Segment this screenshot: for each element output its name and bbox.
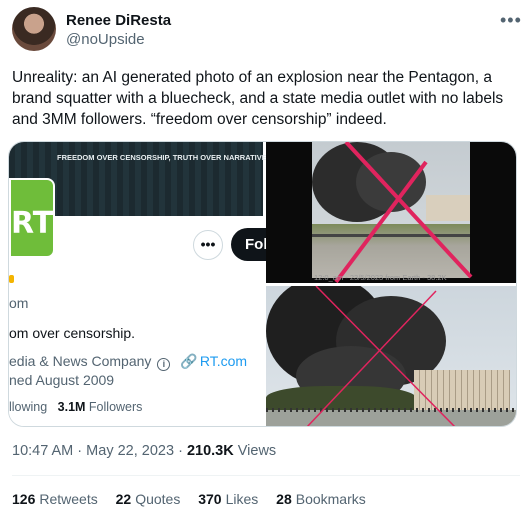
red-cross-mark xyxy=(334,142,473,283)
rt-handle-fragment: om xyxy=(9,295,29,311)
media-grid[interactable]: FREEDOM OVER CENSORSHIP, TRUTH OVER NARR… xyxy=(8,141,517,427)
author-handle[interactable]: @noUpside xyxy=(66,31,145,48)
bookmarks-label: Bookmarks xyxy=(295,491,366,507)
rt-bio-fragment: om over censorship. xyxy=(9,325,136,341)
rt-category: edia & News Company xyxy=(9,353,152,369)
quotes-count: 22 xyxy=(115,491,132,507)
separator: · xyxy=(178,443,183,459)
rt-logo: RT xyxy=(9,178,55,258)
rt-website-link: RT.com xyxy=(199,353,248,369)
tweet-timestamp: 10:47 AM · May 22, 2023 · 210.3K Views xyxy=(12,443,276,459)
rt-followers-label: Followers xyxy=(88,400,143,414)
views-count: 210.3K xyxy=(186,443,234,459)
retweets-stat[interactable]: 126 Retweets xyxy=(12,491,98,507)
likes-label: Likes xyxy=(225,491,259,507)
rt-banner-text: FREEDOM OVER CENSORSHIP, TRUTH OVER NARR… xyxy=(57,153,269,162)
likes-stat[interactable]: 370 Likes xyxy=(198,491,258,507)
info-icon: i xyxy=(157,358,171,371)
verified-badge-fragment xyxy=(9,275,14,283)
tweet-date[interactable]: May 22, 2023 xyxy=(86,443,174,459)
quotes-stat[interactable]: 22 Quotes xyxy=(116,491,181,507)
rt-more-button: ••• xyxy=(193,230,223,260)
pentagon-photo-crossed[interactable]: 12:0_am - 23/5/2023 from Earth - 38.2K xyxy=(266,142,516,283)
rt-follow-stats: llowing 3.1M Followers xyxy=(9,400,142,414)
divider xyxy=(12,475,520,476)
retweets-count: 126 xyxy=(12,491,36,507)
views-label: Views xyxy=(237,443,277,459)
tweet-time[interactable]: 10:47 AM xyxy=(12,443,73,459)
bookmarks-stat[interactable]: 28 Bookmarks xyxy=(276,491,366,507)
pentagon-photo-original[interactable] xyxy=(266,286,516,426)
link-icon: 🔗 xyxy=(180,353,198,369)
photo-caption: 12:0_am - 23/5/2023 from Earth - 38.2K xyxy=(314,273,447,282)
more-options-icon[interactable]: ••• xyxy=(500,10,522,31)
rt-logo-text: RT xyxy=(11,206,54,241)
separator: · xyxy=(77,443,83,459)
avatar[interactable] xyxy=(12,7,56,51)
rt-following-label: llowing xyxy=(9,400,48,414)
rt-category-row: edia & News Company i 🔗 RT.com xyxy=(9,353,247,371)
likes-count: 370 xyxy=(198,491,222,507)
engagement-stats: 126 Retweets 22 Quotes 370 Likes 28 Bookmark… xyxy=(12,491,380,507)
quotes-label: Quotes xyxy=(135,491,181,507)
author-display-name[interactable]: Renee DiResta xyxy=(66,12,171,29)
bookmarks-count: 28 xyxy=(276,491,292,507)
red-cross-mark xyxy=(306,286,456,426)
rt-joined-date: ned August 2009 xyxy=(9,372,115,388)
tweet-text: Unreality: an AI generated photo of an e… xyxy=(12,69,504,128)
retweets-label: Retweets xyxy=(39,491,98,507)
rt-followers-count: 3.1M xyxy=(57,400,86,414)
rt-profile-screenshot[interactable]: FREEDOM OVER CENSORSHIP, TRUTH OVER NARR… xyxy=(9,142,281,426)
